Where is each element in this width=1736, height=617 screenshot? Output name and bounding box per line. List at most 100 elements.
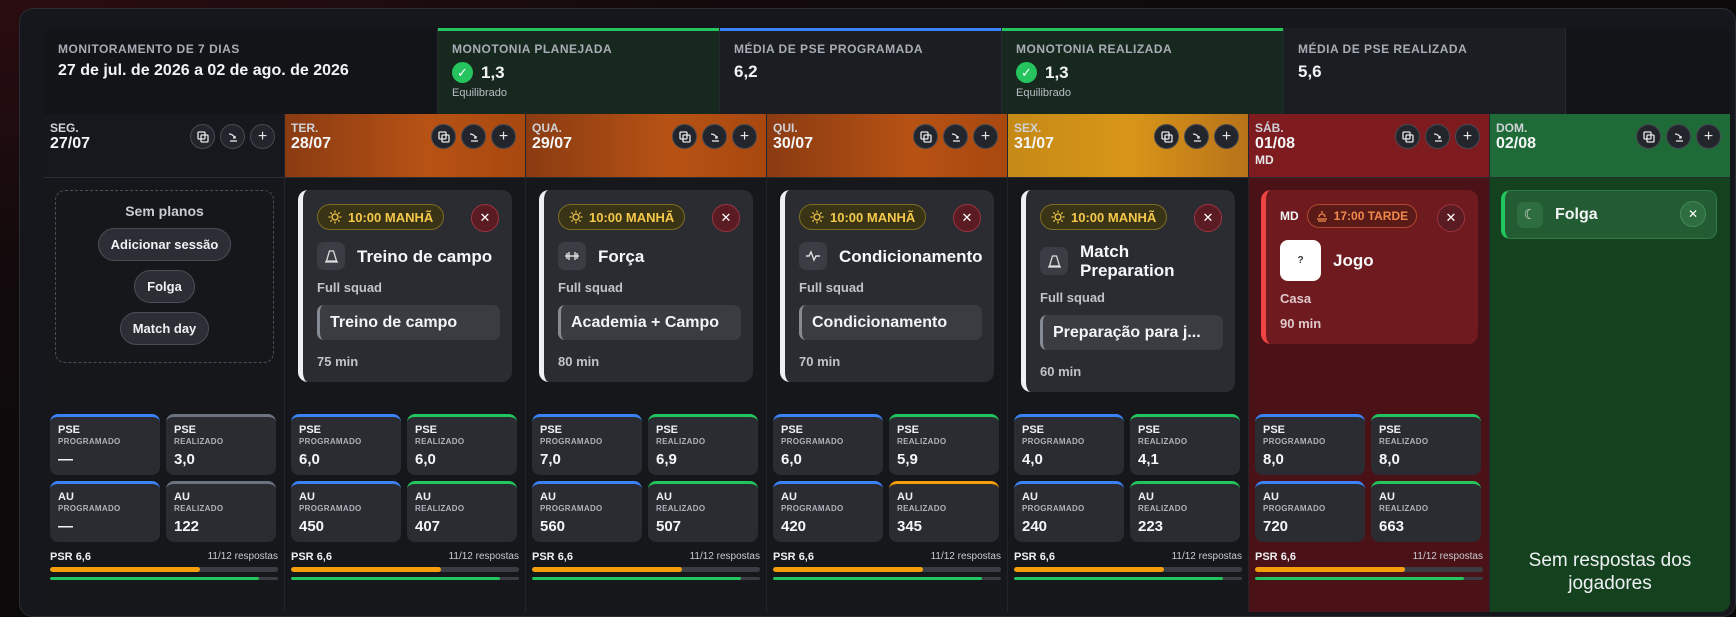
metric-subtitle: REALIZADO — [1138, 437, 1188, 446]
duplicate-day-button[interactable] — [1636, 124, 1661, 149]
metric-value: 223 — [1138, 518, 1164, 535]
move-day-button[interactable] — [1184, 124, 1209, 149]
metric-title: PSE — [58, 424, 81, 436]
session-card[interactable]: 10:00 MANHÃ ✕ Treino de campo Full squad Tre… — [298, 190, 512, 382]
close-icon: ✕ — [1445, 210, 1457, 225]
day-column: DOM. 02/08 + ☾ Folga ✕ Sem respostas dos jogad… — [1490, 114, 1730, 612]
session-title-row: Força — [558, 242, 741, 270]
days-row: SEG. 27/07 + Sem planos Adicionar sessão Folg… — [44, 114, 1730, 612]
plus-icon: + — [980, 127, 991, 145]
metric-subtitle: REALIZADO — [1379, 437, 1429, 446]
rest-title: Folga — [1555, 205, 1598, 223]
move-day-button[interactable] — [461, 124, 486, 149]
monitor-range-card: MONITORAMENTO DE 7 DIAS 27 de jul. de 20… — [44, 28, 438, 114]
check-icon: ✓ — [452, 62, 473, 83]
metric-subtitle: REALIZADO — [415, 437, 465, 446]
session-card[interactable]: 10:00 MANHÃ ✕ Match Preparation Full squad P… — [1021, 190, 1235, 392]
sun-icon — [328, 210, 342, 224]
remove-session-button[interactable]: ✕ — [712, 204, 740, 232]
rest-pill[interactable]: Folga — [134, 270, 195, 303]
duplicate-day-button[interactable] — [190, 124, 215, 149]
session-time-label: 10:00 MANHÃ — [348, 209, 434, 225]
move-day-button[interactable] — [1425, 124, 1450, 149]
move-day-button[interactable] — [702, 124, 727, 149]
remove-rest-button[interactable]: ✕ — [1680, 201, 1706, 227]
cone-icon — [1040, 247, 1068, 275]
responses-bar-fill — [773, 577, 983, 580]
add-session-button[interactable]: + — [1455, 124, 1480, 149]
psr-value: 6,6 — [1280, 551, 1296, 563]
move-day-button[interactable] — [1666, 124, 1691, 149]
close-icon: ✕ — [1202, 210, 1214, 225]
remove-session-button[interactable]: ✕ — [953, 204, 981, 232]
add-session-button[interactable]: + — [1696, 124, 1721, 149]
metric-value: 6,0 — [781, 451, 802, 468]
day-header: DOM. 02/08 + — [1490, 114, 1730, 178]
metric-subtitle: PROGRAMADO — [781, 437, 844, 446]
metric-subtitle: PROGRAMADO — [58, 504, 121, 513]
add-session-button[interactable]: + — [250, 124, 275, 149]
session-title: Treino de campo — [357, 246, 493, 266]
responses-count: 11/12 respostas — [207, 551, 278, 562]
no-plans-label: Sem planos — [125, 203, 204, 219]
match-day-pill[interactable]: Match day — [119, 312, 210, 345]
summary-stats: MONOTONIA PLANEJADA ✓ 1,3 Equilibrado MÉDIA … — [438, 28, 1566, 114]
metric-subtitle: REALIZADO — [656, 504, 706, 513]
add-session-button[interactable]: + — [1214, 124, 1239, 149]
session-plan[interactable]: Academia + Campo — [558, 305, 741, 340]
add-session-button[interactable]: + — [491, 124, 516, 149]
session-card[interactable]: 10:00 MANHÃ ✕ Condicionamento Full squad Con… — [780, 190, 994, 382]
remove-match-button[interactable]: ✕ — [1437, 204, 1465, 232]
copy-icon — [678, 130, 691, 143]
metric-value: 663 — [1379, 518, 1405, 535]
no-responses-label: Sem respostas dos jogadores — [1528, 550, 1692, 594]
au-programmed-box: AU PROGRAMADO 420 — [773, 481, 883, 542]
add-session-button[interactable]: + — [732, 124, 757, 149]
psr-bar — [1255, 567, 1483, 572]
session-title: Match Preparation — [1080, 242, 1175, 280]
session-plan[interactable]: Treino de campo — [317, 305, 500, 340]
duplicate-day-button[interactable] — [1395, 124, 1420, 149]
metric-value: — — [58, 451, 73, 468]
session-title: Força — [598, 246, 645, 266]
move-day-button[interactable] — [943, 124, 968, 149]
duplicate-day-button[interactable] — [1154, 124, 1179, 149]
duplicate-day-button[interactable] — [913, 124, 938, 149]
responses-bar-fill — [1255, 577, 1465, 580]
session-group: Full squad — [317, 280, 382, 295]
session-plan[interactable]: Preparação para j... — [1040, 315, 1223, 350]
session-title-row: Match Preparation — [1040, 242, 1223, 280]
metric-value: 560 — [540, 518, 566, 535]
duplicate-day-button[interactable] — [431, 124, 456, 149]
psr-bar-fill — [50, 567, 201, 572]
session-duration: 75 min — [317, 354, 359, 369]
remove-session-button[interactable]: ✕ — [1194, 204, 1222, 232]
match-card[interactable]: MD 17:00 TARDE ✕? Jogo Casa 90 min — [1261, 190, 1478, 344]
metric-value: 6,0 — [415, 451, 436, 468]
metric-subtitle: REALIZADO — [174, 504, 224, 513]
remove-session-button[interactable]: ✕ — [471, 204, 499, 232]
add-session-pill[interactable]: Adicionar sessão — [97, 228, 232, 261]
session-time-label: 10:00 MANHÃ — [830, 209, 916, 225]
pse-realized-box: PSE REALIZADO 8,0 — [1371, 414, 1481, 475]
move-day-button[interactable] — [220, 124, 245, 149]
session-card[interactable]: 10:00 MANHÃ ✕ Força Full squad Academia + Ca… — [539, 190, 753, 382]
arrow-turn-icon — [1192, 132, 1201, 142]
responses-count: 11/12 respostas — [930, 551, 1001, 562]
match-venue: Casa — [1280, 291, 1312, 306]
app-background: MONITORAMENTO DE 7 DIAS 27 de jul. de 20… — [0, 0, 1736, 617]
session-time: 10:00 MANHÃ — [799, 204, 927, 230]
psr-row: PSR 6,6 11/12 respostas — [50, 551, 278, 563]
au-realized-box: AU REALIZADO 507 — [648, 481, 758, 542]
summary-bar: MONITORAMENTO DE 7 DIAS 27 de jul. de 20… — [44, 28, 1730, 114]
responses-bar-fill — [291, 577, 501, 580]
day-actions: + — [190, 124, 275, 149]
rest-card[interactable]: ☾ Folga ✕ — [1501, 190, 1717, 239]
au-realized-box: AU REALIZADO 122 — [166, 481, 276, 542]
psr-bar-fill — [291, 567, 442, 572]
session-plan[interactable]: Condicionamento — [799, 305, 982, 340]
add-session-button[interactable]: + — [973, 124, 998, 149]
duplicate-day-button[interactable] — [672, 124, 697, 149]
metric-value: 4,1 — [1138, 451, 1159, 468]
au-realized-box: AU REALIZADO 345 — [889, 481, 999, 542]
